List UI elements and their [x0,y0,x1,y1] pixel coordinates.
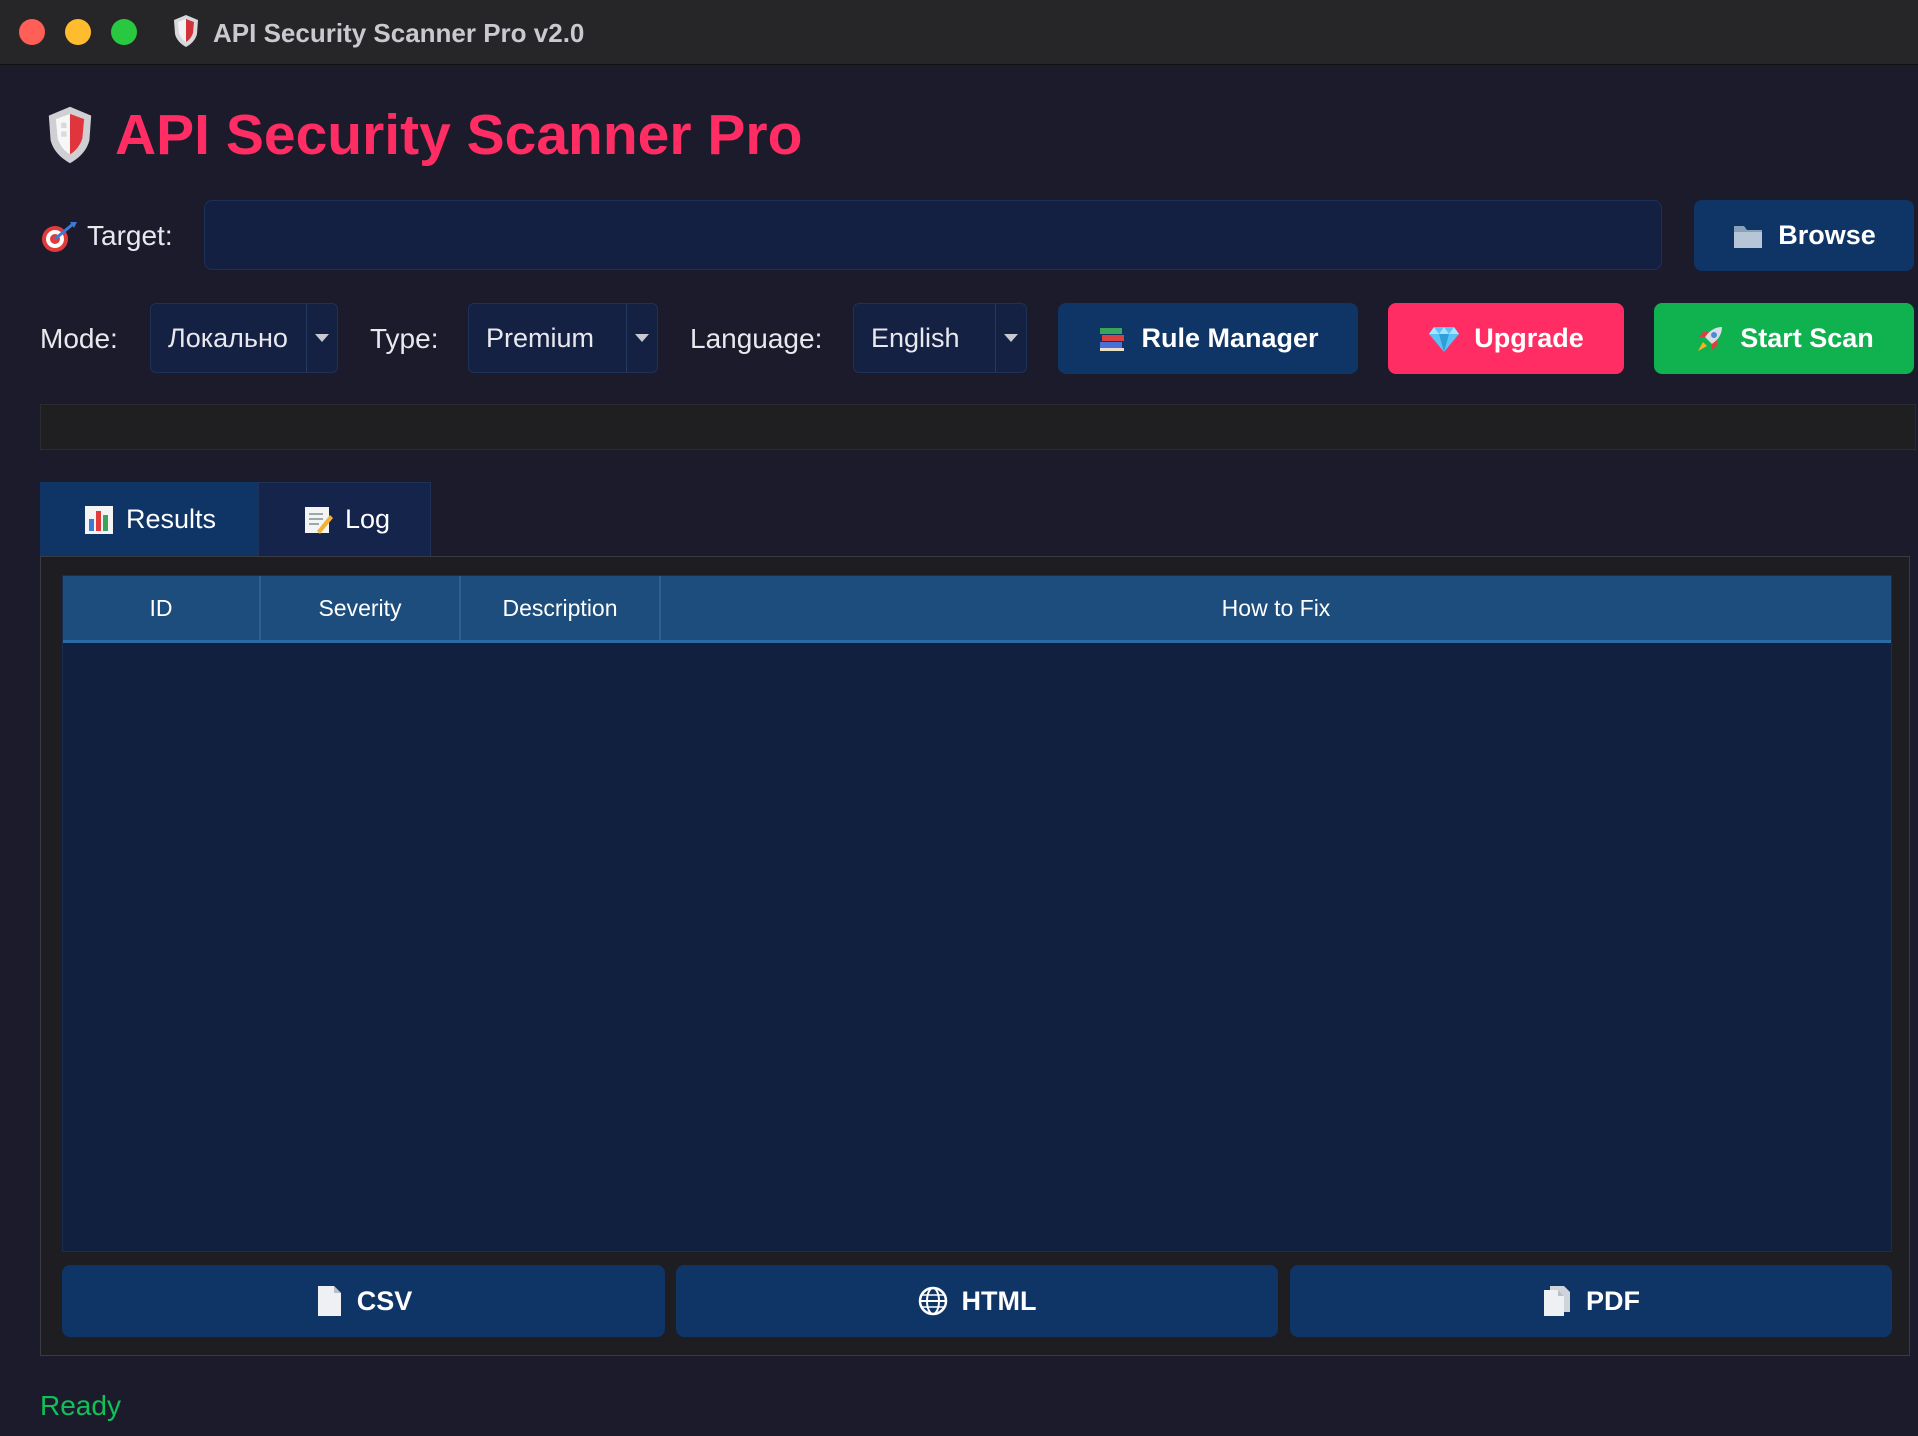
column-header-severity[interactable]: Severity [261,576,461,640]
upgrade-label: Upgrade [1474,323,1584,353]
folder-icon [1734,225,1763,248]
bar-chart-icon [85,505,113,534]
document-icon [317,1286,341,1316]
minimize-window-button[interactable] [65,19,91,45]
window-title: API Security Scanner Pro v2.0 [213,18,585,48]
type-value: Premium [486,322,595,353]
rule-manager-button[interactable]: Rule Manager [1058,303,1358,374]
chevron-down-icon [995,304,1026,372]
type-label: Type: [370,323,439,354]
documents-icon [1544,1286,1570,1316]
mode-label: Mode: [40,323,118,354]
target-label: Target: [87,220,173,251]
column-header-id[interactable]: ID [63,576,261,640]
language-label: Language: [690,323,823,354]
start-scan-label: Start Scan [1740,323,1874,353]
language-value: English [871,322,960,353]
chevron-down-icon [626,304,657,372]
language-select[interactable]: English [853,303,1027,373]
start-scan-button[interactable]: Start Scan [1654,303,1914,374]
tab-results-label: Results [126,504,217,534]
column-header-how-to-fix[interactable]: How to Fix [661,576,1891,640]
shield-icon [174,15,198,47]
globe-icon [918,1286,947,1316]
app-title: API Security Scanner Pro [115,103,803,167]
table-header: ID Severity Description How to Fix [63,576,1891,643]
window-titlebar: API Security Scanner Pro v2.0 [0,0,1918,65]
status-text: Ready [40,1390,121,1421]
export-html-button[interactable]: HTML [676,1265,1278,1337]
upgrade-button[interactable]: Upgrade [1388,303,1624,374]
export-pdf-label: PDF [1586,1285,1640,1316]
rule-manager-label: Rule Manager [1141,323,1319,353]
browse-label: Browse [1778,220,1876,250]
rocket-icon [1698,326,1723,351]
tab-log[interactable]: Log [258,482,431,557]
type-select[interactable]: Premium [468,303,658,373]
chevron-down-icon [306,304,337,372]
mode-value: Локально [168,322,288,353]
browse-button[interactable]: Browse [1694,200,1914,271]
export-csv-label: CSV [356,1285,413,1316]
target-input[interactable] [204,200,1662,270]
tab-log-label: Log [345,504,391,534]
tab-results[interactable]: Results [40,482,258,557]
target-dart-icon [42,222,77,252]
books-icon [1100,327,1125,351]
results-table[interactable]: ID Severity Description How to Fix [62,575,1892,1252]
scan-progress-bar [40,404,1916,450]
column-header-description[interactable]: Description [461,576,661,640]
export-html-label: HTML [961,1285,1037,1316]
memo-icon [305,506,333,534]
export-pdf-button[interactable]: PDF [1290,1265,1892,1337]
close-window-button[interactable] [19,19,45,45]
mode-select[interactable]: Локально [150,303,338,373]
gem-icon [1429,326,1460,352]
maximize-window-button[interactable] [111,19,137,45]
shield-logo-icon [48,106,92,164]
export-csv-button[interactable]: CSV [62,1265,665,1337]
